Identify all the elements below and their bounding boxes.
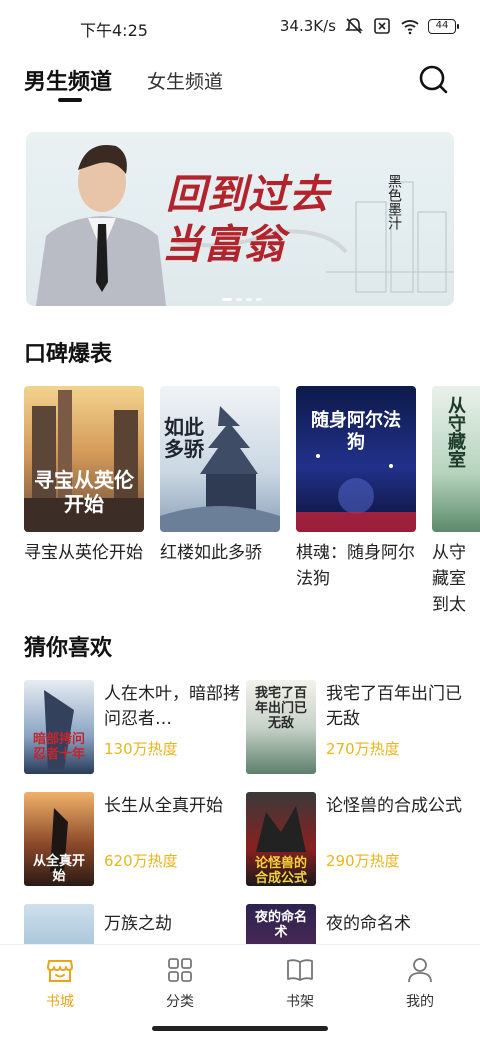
guess-book-item[interactable]: 从全真开始 长生从全真开始 620万热度 bbox=[24, 792, 244, 886]
book-cover: 寻宝从英伦开始 bbox=[24, 386, 144, 532]
nav-label: 书城 bbox=[46, 994, 74, 1010]
category-grid-icon bbox=[168, 958, 192, 982]
book-cover-title: 如此多骄 bbox=[164, 415, 204, 461]
guess-book-item[interactable]: 夜的命名术 夜的命名术 bbox=[246, 904, 466, 944]
book-cover: 暗部拷问忍者十年 bbox=[24, 680, 94, 774]
nav-bookshelf[interactable]: 书架 bbox=[260, 955, 340, 1011]
book-cover bbox=[24, 904, 94, 944]
guess-book-item[interactable]: 万族之劫 bbox=[24, 904, 244, 944]
book-cover: 论怪兽的合成公式 bbox=[246, 792, 316, 886]
mute-icon bbox=[345, 18, 363, 34]
popular-book-card[interactable]: 从守藏室 从守藏室到太 bbox=[432, 386, 480, 618]
status-time: 下午4:25 bbox=[80, 21, 148, 40]
network-speed: 34.3K/s bbox=[279, 17, 336, 35]
banner-pagination bbox=[222, 298, 262, 301]
book-title: 我宅了百年出门已无敌 bbox=[326, 684, 462, 729]
nav-label: 我的 bbox=[406, 994, 434, 1010]
popular-book-card[interactable]: 寻宝从英伦开始 寻宝从英伦开始 bbox=[24, 386, 144, 566]
home-indicator[interactable] bbox=[152, 1026, 328, 1031]
active-tab-indicator bbox=[58, 98, 82, 102]
book-title: 从守藏室到太 bbox=[432, 543, 466, 615]
nav-label: 书架 bbox=[286, 994, 314, 1010]
status-icons: 34.3K/s 44 bbox=[279, 15, 459, 37]
book-title: 红楼如此多骄 bbox=[160, 543, 262, 563]
book-cover: 从全真开始 bbox=[24, 792, 94, 886]
book-cover: 如此多骄 bbox=[160, 386, 280, 532]
tab-female-channel[interactable]: 女生频道 bbox=[147, 67, 223, 94]
tab-male-channel[interactable]: 男生频道 bbox=[24, 64, 112, 96]
status-bar: 下午4:25 34.3K/s 44 bbox=[0, 0, 480, 52]
nav-category[interactable]: 分类 bbox=[140, 955, 220, 1011]
book-title: 棋魂：随身阿尔法狗 bbox=[296, 543, 415, 589]
book-cover: 我宅了百年出门已无敌 bbox=[246, 680, 316, 774]
book-cover-title: 论怪兽的合成公式 bbox=[254, 856, 307, 886]
book-cover: 从守藏室 bbox=[432, 386, 480, 532]
profile-icon bbox=[408, 958, 432, 983]
book-cover-title: 我宅了百年出门已无敌 bbox=[254, 686, 307, 731]
bookstore-icon bbox=[47, 960, 73, 982]
book-title: 寻宝从英伦开始 bbox=[24, 543, 143, 563]
book-cover-title: 暗部拷问忍者十年 bbox=[32, 732, 85, 762]
guess-book-item[interactable]: 论怪兽的合成公式 论怪兽的合成公式 290万热度 bbox=[246, 792, 466, 886]
channel-tabs: 男生频道 女生频道 bbox=[0, 56, 480, 108]
sim-off-icon bbox=[374, 18, 390, 34]
nav-bookstore[interactable]: 书城 bbox=[20, 955, 100, 1011]
book-cover: 随身阿尔法狗 bbox=[296, 386, 416, 532]
heat-count: 130万热度 bbox=[104, 740, 178, 758]
battery-icon: 44 bbox=[428, 18, 459, 34]
book-cover-title: 从全真开始 bbox=[32, 854, 85, 884]
banner-author: 黑色墨汁 bbox=[386, 174, 402, 230]
bookshelf-icon bbox=[287, 959, 313, 981]
book-cover-title: 寻宝从英伦开始 bbox=[34, 468, 134, 516]
book-cover-title: 从守藏室 bbox=[445, 396, 466, 468]
guess-book-item[interactable]: 暗部拷问忍者十年 人在木叶，暗部拷问忍者… 130万热度 bbox=[24, 680, 244, 774]
book-cover-title: 随身阿尔法狗 bbox=[311, 410, 401, 453]
heat-count: 290万热度 bbox=[326, 852, 400, 870]
wifi-icon bbox=[401, 20, 419, 35]
book-title: 论怪兽的合成公式 bbox=[326, 796, 462, 816]
popular-book-card[interactable]: 如此多骄 红楼如此多骄 bbox=[160, 386, 280, 566]
promo-banner[interactable]: 回到过去 当富翁 黑色墨汁 bbox=[26, 132, 454, 306]
section-title-popular: 口碑爆表 bbox=[24, 342, 113, 367]
nav-label: 分类 bbox=[166, 994, 194, 1010]
popular-book-card[interactable]: 随身阿尔法狗 棋魂：随身阿尔法狗 bbox=[296, 386, 416, 592]
heat-count: 270万热度 bbox=[326, 740, 400, 758]
search-icon[interactable] bbox=[418, 64, 450, 96]
book-title: 夜的命名术 bbox=[326, 914, 411, 934]
book-title: 人在木叶，暗部拷问忍者… bbox=[104, 684, 240, 729]
heat-count: 620万热度 bbox=[104, 852, 178, 870]
book-title: 长生从全真开始 bbox=[104, 796, 223, 816]
guess-book-item[interactable]: 我宅了百年出门已无敌 我宅了百年出门已无敌 270万热度 bbox=[246, 680, 466, 774]
book-cover: 夜的命名术 bbox=[246, 904, 316, 944]
bottom-navigation: 书城 分类 书架 我的 bbox=[0, 944, 480, 1020]
section-title-guess: 猜你喜欢 bbox=[24, 636, 113, 661]
nav-profile[interactable]: 我的 bbox=[380, 955, 460, 1011]
book-title: 万族之劫 bbox=[104, 914, 172, 934]
banner-character bbox=[36, 145, 166, 306]
banner-title-line2: 当富翁 bbox=[162, 222, 285, 268]
book-cover-title: 夜的命名术 bbox=[254, 910, 307, 940]
